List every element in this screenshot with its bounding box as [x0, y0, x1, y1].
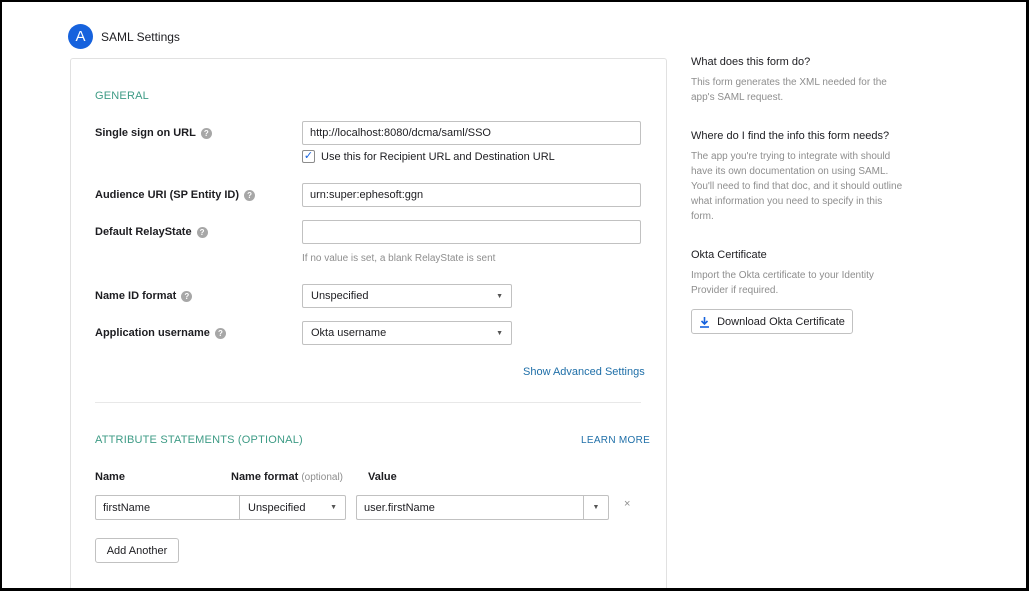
relay-state-label: Default RelayState ? [95, 226, 208, 238]
recipient-checkbox-label: Use this for Recipient URL and Destinati… [321, 150, 555, 163]
help-where-find-info: Where do I find the info this form needs… [691, 130, 906, 224]
show-advanced-settings-link[interactable]: Show Advanced Settings [523, 366, 645, 378]
app-username-select[interactable]: Okta username ▼ [302, 321, 512, 345]
download-okta-certificate-button[interactable]: Download Okta Certificate [691, 309, 853, 334]
col-format-header-text: Name format [231, 471, 299, 483]
name-id-format-label: Name ID format ? [95, 290, 193, 302]
caret-down-icon: ▼ [496, 292, 503, 300]
help-answer-3: Import the Okta certificate to your Iden… [691, 270, 874, 296]
step-badge: A [68, 24, 93, 49]
col-value-header: Value [368, 471, 397, 483]
name-id-format-value: Unspecified [311, 290, 369, 302]
col-format-header: Name format (optional) [231, 471, 343, 483]
help-answer-2: The app you're trying to integrate with … [691, 151, 903, 222]
recipient-checkbox[interactable]: ✓ [302, 150, 315, 163]
app-username-label-text: Application username [95, 327, 210, 339]
learn-more-link[interactable]: LEARN MORE [581, 435, 650, 446]
relay-state-hint: If no value is set, a blank RelayState i… [302, 253, 496, 264]
section-divider [95, 402, 641, 403]
add-another-button[interactable]: Add Another [95, 538, 179, 563]
help-icon[interactable]: ? [244, 189, 256, 201]
help-icon[interactable]: ? [196, 226, 208, 238]
help-icon[interactable]: ? [200, 127, 212, 139]
caret-down-icon: ▼ [496, 329, 503, 337]
page-frame: A SAML Settings GENERAL Single sign on U… [0, 0, 1029, 591]
relay-state-input[interactable] [302, 220, 641, 244]
recipient-checkbox-row[interactable]: ✓ Use this for Recipient URL and Destina… [302, 150, 555, 163]
sso-url-label: Single sign on URL ? [95, 127, 212, 139]
help-what-does-form-do: What does this form do? This form genera… [691, 56, 906, 105]
audience-uri-label: Audience URI (SP Entity ID) ? [95, 189, 256, 201]
attribute-statements-title: ATTRIBUTE STATEMENTS (OPTIONAL) [95, 434, 303, 446]
step-header: A SAML Settings [68, 24, 180, 49]
col-format-optional: (optional) [301, 472, 344, 483]
attribute-format-select[interactable]: Unspecified ▼ [239, 495, 346, 520]
help-question-1: What does this form do? [691, 56, 811, 68]
attribute-value-dropdown-button[interactable]: ▼ [583, 495, 609, 520]
sso-url-input[interactable] [302, 121, 641, 145]
app-username-label: Application username ? [95, 327, 226, 339]
page-title: SAML Settings [101, 29, 180, 44]
help-icon[interactable]: ? [181, 290, 193, 302]
general-section-title: GENERAL [95, 90, 149, 102]
download-okta-certificate-label: Download Okta Certificate [717, 315, 845, 328]
audience-uri-label-text: Audience URI (SP Entity ID) [95, 189, 240, 201]
help-answer-1: This form generates the XML needed for t… [691, 77, 887, 103]
name-id-format-select[interactable]: Unspecified ▼ [302, 284, 512, 308]
relay-state-label-text: Default RelayState [95, 226, 192, 238]
help-icon[interactable]: ? [214, 327, 226, 339]
attribute-value-field[interactable]: user.firstName [356, 495, 583, 520]
remove-attribute-icon[interactable]: × [624, 498, 630, 510]
col-name-header: Name [95, 471, 125, 483]
sso-url-label-text: Single sign on URL [95, 127, 196, 139]
help-question-3: Okta Certificate [691, 249, 767, 261]
section-divider-bottom [95, 588, 641, 589]
name-id-format-label-text: Name ID format [95, 290, 177, 302]
saml-form-card: GENERAL Single sign on URL ? ✓ Use this … [70, 58, 667, 589]
caret-down-icon: ▼ [330, 504, 337, 511]
checkmark-icon: ✓ [303, 150, 314, 162]
caret-down-icon: ▼ [592, 504, 600, 511]
app-username-value: Okta username [311, 327, 387, 339]
download-icon [699, 316, 710, 328]
help-okta-certificate: Okta Certificate Import the Okta certifi… [691, 249, 906, 298]
audience-uri-input[interactable] [302, 183, 641, 207]
attribute-value-combobox[interactable]: user.firstName ▼ [356, 495, 609, 520]
attribute-name-input[interactable] [95, 495, 241, 520]
help-question-2: Where do I find the info this form needs… [691, 130, 890, 142]
attribute-format-value: Unspecified [248, 501, 306, 514]
